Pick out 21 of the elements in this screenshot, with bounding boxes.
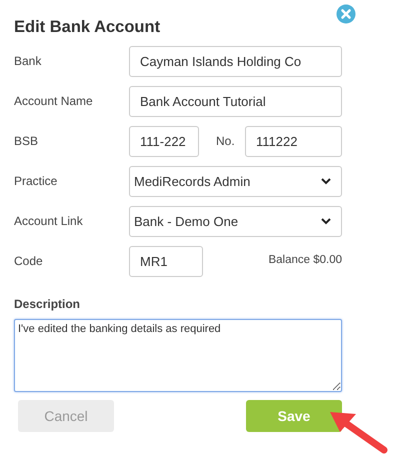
field-label: BSB [14, 133, 40, 148]
dialog-title: Edit Bank Account [14, 18, 160, 37]
text-field[interactable]: 111-222 [129, 126, 199, 157]
field-label: Code [14, 253, 44, 268]
select-field[interactable]: Bank - Demo One [129, 206, 342, 237]
text-field[interactable]: Cayman Islands Holding Co [129, 46, 342, 77]
field-label: Bank [14, 53, 42, 68]
field-label: Account Link [14, 213, 84, 228]
text-field[interactable]: Bank Account Tutorial [129, 86, 342, 117]
select-field[interactable]: MediRecords Admin [129, 166, 342, 197]
text-field[interactable]: 111222 [245, 126, 342, 157]
field-label: No. [215, 133, 236, 148]
balance-text: Balance $0.00 [268, 253, 342, 266]
chevron-icon [321, 218, 331, 225]
description-field[interactable]: I've edited the banking details as required [14, 319, 342, 392]
text-field[interactable]: MR1 [129, 246, 203, 277]
close-icon[interactable] [336, 4, 356, 24]
chevron-icon [321, 178, 331, 185]
field-label: Account Name [14, 93, 94, 108]
description-label: Description [14, 297, 82, 311]
field-label: Practice [14, 173, 58, 188]
